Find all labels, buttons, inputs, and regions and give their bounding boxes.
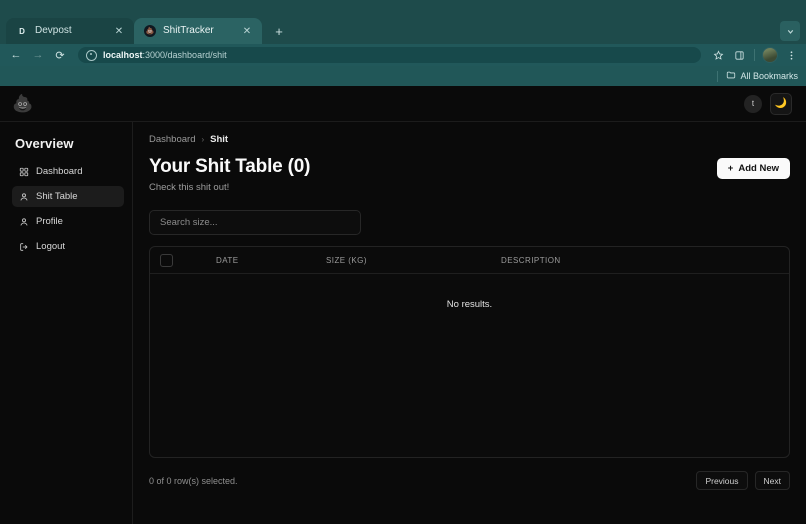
browser-tab-shittracker[interactable]: 💩 ShitTracker ✕ — [134, 18, 262, 44]
page-content: 💩 t 🌙 Overview Dashboard Shit Table Prof… — [0, 86, 806, 524]
url-host: localhost — [103, 50, 143, 60]
sidebar-item-label: Profile — [36, 216, 63, 227]
selection-status: 0 of 0 row(s) selected. — [149, 475, 238, 486]
browser-toolbar: ← → ⟳ localhost:3000/dashboard/shit — [0, 44, 806, 66]
column-header-description[interactable]: DESCRIPTION — [501, 256, 779, 265]
poop-logo[interactable]: 💩 — [12, 95, 33, 112]
poop-circle-favicon: 💩 — [144, 25, 156, 37]
search-input[interactable]: Search size... — [149, 210, 361, 235]
all-bookmarks-label: All Bookmarks — [740, 71, 798, 81]
close-icon[interactable]: ✕ — [240, 24, 254, 38]
app-header: 💩 t 🌙 — [0, 86, 806, 122]
site-info-icon[interactable] — [86, 49, 97, 61]
select-all-checkbox[interactable] — [160, 253, 173, 267]
breadcrumb-root[interactable]: Dashboard — [149, 134, 195, 145]
user-icon — [18, 191, 29, 202]
chevron-down-icon[interactable] — [780, 21, 800, 41]
letter-d-favicon: D — [19, 26, 25, 36]
next-page-button[interactable]: Next — [754, 471, 790, 490]
browser-chrome: D Devpost ✕ 💩 ShitTracker ✕ + ← → ⟳ loca… — [0, 0, 806, 86]
avatar[interactable]: t — [744, 94, 762, 113]
table-header-row: DATE SIZE (KG) DESCRIPTION — [150, 247, 789, 274]
title-row: Your Shit Table (0) Check this shit out!… — [149, 156, 790, 193]
forward-button[interactable]: → — [28, 45, 48, 65]
url-path: :3000/dashboard/shit — [142, 50, 227, 60]
table-footer: 0 of 0 row(s) selected. Previous Next — [149, 471, 790, 490]
avatar-image — [762, 47, 778, 63]
new-tab-button[interactable]: + — [268, 20, 290, 42]
page-subtitle: Check this shit out! — [149, 182, 230, 193]
sidebar-item-shit-table[interactable]: Shit Table — [12, 186, 124, 207]
all-bookmarks-button[interactable]: All Bookmarks — [726, 70, 798, 82]
sidebar-item-dashboard[interactable]: Dashboard — [12, 161, 124, 182]
address-bar[interactable]: localhost:3000/dashboard/shit — [78, 47, 701, 63]
browser-tab-devpost[interactable]: D Devpost ✕ — [6, 18, 134, 44]
back-button[interactable]: ← — [6, 45, 26, 65]
header-actions: t 🌙 — [744, 92, 792, 115]
browser-window: D Devpost ✕ 💩 ShitTracker ✕ + ← → ⟳ loca… — [0, 0, 806, 524]
previous-page-button[interactable]: Previous — [696, 471, 748, 490]
bookmarks-bar: All Bookmarks — [0, 66, 806, 86]
tab-strip: D Devpost ✕ 💩 ShitTracker ✕ + — [0, 0, 806, 44]
folder-icon — [726, 70, 736, 82]
reload-button[interactable]: ⟳ — [50, 45, 70, 65]
table-empty-message: No results. — [446, 298, 493, 310]
profile-avatar[interactable] — [761, 46, 779, 64]
tab-title: ShitTracker — [163, 25, 214, 36]
search-placeholder: Search size... — [160, 217, 218, 228]
sidebar: Overview Dashboard Shit Table Profile Lo… — [0, 122, 133, 524]
column-header-size[interactable]: SIZE (KG) — [326, 256, 501, 265]
sidebar-item-profile[interactable]: Profile — [12, 211, 124, 232]
logout-icon — [18, 241, 29, 252]
bookmark-star-icon[interactable] — [709, 46, 727, 64]
close-icon[interactable]: ✕ — [112, 24, 126, 38]
app-layout: Overview Dashboard Shit Table Profile Lo… — [0, 122, 806, 524]
toolbar-divider — [754, 49, 755, 61]
main-content: Dashboard › Shit Your Shit Table (0) Che… — [133, 122, 806, 524]
add-new-label: Add New — [738, 163, 779, 174]
breadcrumb-separator: › — [201, 135, 205, 144]
tab-title: Devpost — [35, 25, 72, 36]
bookmarks-divider — [717, 70, 719, 82]
sidebar-item-label: Logout — [36, 241, 66, 252]
pagination: Previous Next — [696, 471, 790, 490]
sidebar-item-logout[interactable]: Logout — [12, 236, 124, 257]
three-dot-menu-icon[interactable] — [782, 46, 800, 64]
sidebar-item-label: Shit Table — [36, 191, 78, 202]
side-panel-icon[interactable] — [730, 46, 748, 64]
moon-icon[interactable]: 🌙 — [770, 92, 792, 115]
column-header-date[interactable]: DATE — [216, 256, 326, 265]
page-title: Your Shit Table (0) — [149, 156, 311, 177]
add-new-button[interactable]: + Add New — [716, 158, 790, 179]
plus-icon: + — [727, 163, 734, 174]
shit-table: DATE SIZE (KG) DESCRIPTION No results. — [149, 246, 790, 458]
sidebar-item-label: Dashboard — [36, 166, 83, 177]
toolbar-actions — [709, 46, 800, 64]
breadcrumb: Dashboard › Shit — [149, 134, 790, 145]
address-bar-url: localhost:3000/dashboard/shit — [103, 50, 227, 60]
title-block: Your Shit Table (0) Check this shit out! — [149, 156, 310, 193]
user-icon — [18, 216, 29, 227]
sidebar-title: Overview — [15, 136, 74, 151]
grid-icon — [18, 166, 29, 177]
breadcrumb-current: Shit — [210, 134, 229, 145]
